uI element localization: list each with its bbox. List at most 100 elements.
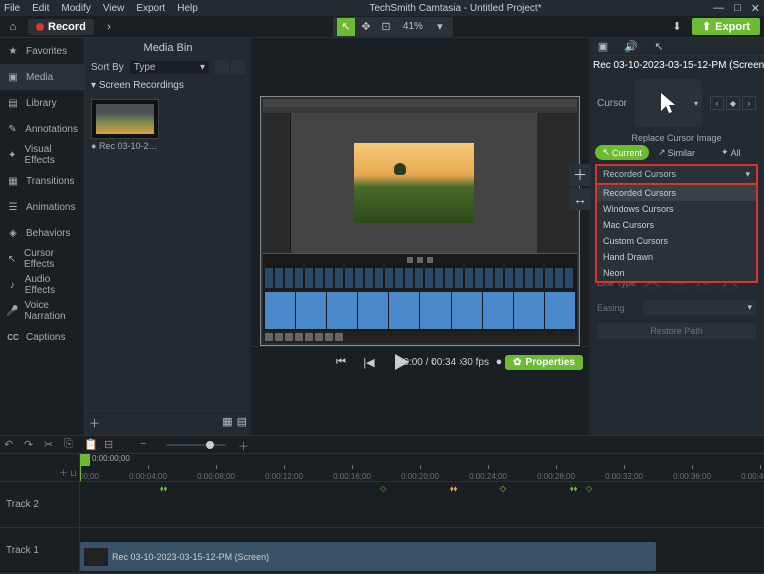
cut-button[interactable]: ✂ bbox=[44, 438, 58, 452]
cursor-category-select[interactable]: Recorded Cursors▾ bbox=[595, 164, 758, 185]
zoom-dropdown-icon[interactable]: ▾ bbox=[431, 18, 449, 36]
zoom-out-icon[interactable]: − bbox=[140, 438, 154, 452]
dropdown-option[interactable]: Custom Cursors bbox=[597, 233, 756, 249]
cursor-tab-current[interactable]: ↖Current bbox=[595, 145, 649, 160]
track-2-row[interactable]: ⬧⬧ ◇ ⬧⬧ ◇ ⬧⬧ ◇ bbox=[80, 482, 764, 528]
select-tool-icon[interactable]: ↖ bbox=[337, 18, 355, 36]
sort-select[interactable]: Type▾ bbox=[130, 61, 209, 74]
timeline-clip[interactable]: Rec 03-10-2023-03-15-12-PM (Screen) bbox=[80, 542, 656, 571]
add-cursor-button[interactable]: ＋ bbox=[569, 164, 591, 186]
sidebar-item-library[interactable]: ▤Library bbox=[0, 90, 84, 116]
zoom-level[interactable]: 41% bbox=[397, 20, 429, 33]
menu-view[interactable]: View bbox=[103, 3, 125, 14]
cursor-preview-dropdown-icon[interactable]: ▾ bbox=[694, 99, 698, 108]
canvas-preview[interactable] bbox=[260, 96, 580, 346]
sidebar-item-transitions[interactable]: ▦Transitions bbox=[0, 168, 84, 194]
effects-icon: ✦ bbox=[6, 150, 18, 161]
paste-button[interactable]: 📋 bbox=[84, 438, 98, 452]
prev-frame-button[interactable]: ⏮ bbox=[332, 353, 350, 371]
export-button[interactable]: ⬆ Export bbox=[692, 18, 760, 35]
sidebar-item-visual-effects[interactable]: ✦Visual Effects bbox=[0, 142, 84, 168]
minimize-icon[interactable]: — bbox=[713, 2, 724, 15]
cursor-tab-all[interactable]: ✦All bbox=[704, 145, 758, 160]
marker-icon[interactable]: ⬧⬧ bbox=[450, 484, 457, 494]
cursor-prev-button[interactable]: ‹ bbox=[710, 96, 724, 110]
sidebar-item-voice-narration[interactable]: 🎤Voice Narration bbox=[0, 298, 84, 324]
sidebar-item-annotations[interactable]: ✎Annotations bbox=[0, 116, 84, 142]
dropdown-option[interactable]: Neon bbox=[597, 265, 756, 281]
marker-icon[interactable]: ◇ bbox=[500, 484, 506, 493]
resize-vertical-icon[interactable]: ↕ bbox=[760, 180, 764, 200]
sidebar-item-favorites[interactable]: ★Favorites bbox=[0, 38, 84, 64]
bin-section-header[interactable]: ▾ Screen Recordings bbox=[85, 76, 251, 95]
maximize-icon[interactable]: □ bbox=[734, 2, 741, 15]
audio-icon: ♪ bbox=[6, 280, 19, 291]
marker-icon[interactable]: ⬧⬧ bbox=[570, 484, 577, 494]
easing-select[interactable]: ▾ bbox=[643, 300, 756, 315]
add-media-button[interactable]: ＋ bbox=[89, 415, 100, 431]
props-clip-title: Rec 03-10-2023-03-15-12-PM (Screen) bbox=[589, 56, 764, 75]
cursor-category-dropdown: Recorded Cursors Windows Cursors Mac Cur… bbox=[595, 185, 758, 283]
cursor-next-button[interactable]: › bbox=[742, 96, 756, 110]
marker-icon[interactable]: ◇ bbox=[586, 484, 592, 493]
easing-label: Easing bbox=[597, 303, 637, 313]
view-list-icon[interactable] bbox=[215, 60, 229, 74]
zoom-in-icon[interactable]: ＋ bbox=[238, 438, 252, 452]
timeline-ruler[interactable]: 0:00:00;00 0:00:00;000:00:04;000:00:08;0… bbox=[80, 454, 764, 482]
menu-export[interactable]: Export bbox=[136, 3, 165, 14]
step-back-button[interactable]: |◀ bbox=[360, 353, 378, 371]
pan-tool-icon[interactable]: ✥ bbox=[357, 18, 375, 36]
close-icon[interactable]: ✕ bbox=[751, 2, 760, 15]
split-button[interactable]: ⊟ bbox=[104, 438, 118, 452]
swap-cursor-button[interactable]: ↔ bbox=[569, 188, 591, 210]
props-tab-video[interactable]: ▣ bbox=[589, 38, 617, 55]
canvas-area[interactable]: ⏮ |◀ ‹ › ● 00:00 / 00:34 30 fps ✿ Proper… bbox=[251, 38, 589, 435]
view-grid-icon[interactable] bbox=[231, 60, 245, 74]
home-icon[interactable]: ⌂ bbox=[4, 18, 22, 36]
record-dropdown-icon[interactable]: › bbox=[100, 18, 118, 36]
marker-icon[interactable]: ◇ bbox=[380, 484, 386, 493]
cursor-index-button[interactable]: ◆ bbox=[726, 96, 740, 110]
add-track-button[interactable]: ＋ bbox=[59, 466, 68, 479]
sidebar-item-animations[interactable]: ☰Animations bbox=[0, 194, 84, 220]
track-1-header[interactable]: Track 1 bbox=[0, 528, 79, 574]
menu-file[interactable]: File bbox=[4, 3, 20, 14]
dropdown-option[interactable]: Hand Drawn bbox=[597, 249, 756, 265]
properties-button[interactable]: ✿ Properties bbox=[505, 355, 583, 370]
annotation-icon: ✎ bbox=[6, 124, 19, 135]
props-tab-cursor[interactable]: ↖ bbox=[645, 38, 673, 55]
sidebar-item-cursor-effects[interactable]: ↖Cursor Effects bbox=[0, 246, 84, 272]
cursor-tab-similar[interactable]: ↗Similar bbox=[649, 145, 703, 160]
playback-fps[interactable]: 30 fps bbox=[462, 357, 489, 368]
undo-button[interactable]: ↶ bbox=[4, 438, 18, 452]
menu-edit[interactable]: Edit bbox=[32, 3, 49, 14]
restore-path-button[interactable]: Restore Path bbox=[597, 323, 756, 339]
bin-view1-icon[interactable]: ▦ bbox=[222, 415, 232, 431]
sidebar-item-behaviors[interactable]: ◈Behaviors bbox=[0, 220, 84, 246]
marker-icon[interactable]: ⬧⬧ bbox=[160, 484, 167, 494]
track-1-row[interactable]: Rec 03-10-2023-03-15-12-PM (Screen) bbox=[80, 528, 764, 574]
star-icon: ★ bbox=[6, 46, 20, 57]
bin-view2-icon[interactable]: ▤ bbox=[237, 415, 247, 431]
menu-modify[interactable]: Modify bbox=[61, 3, 90, 14]
playhead[interactable]: 0:00:00;00 bbox=[80, 454, 130, 466]
sidebar-item-media[interactable]: ▣Media bbox=[0, 64, 84, 90]
timeline-zoom-slider[interactable] bbox=[166, 444, 226, 446]
cursor-preview[interactable]: ▾ bbox=[635, 79, 702, 127]
crop-tool-icon[interactable]: ⊡ bbox=[377, 18, 395, 36]
download-icon[interactable]: ⬇ bbox=[668, 18, 686, 36]
mic-icon: 🎤 bbox=[6, 306, 18, 317]
props-tab-audio[interactable]: 🔊 bbox=[617, 38, 645, 55]
dropdown-option[interactable]: Mac Cursors bbox=[597, 217, 756, 233]
magnet-icon[interactable]: ⊔ bbox=[70, 468, 77, 479]
track-2-header[interactable]: Track 2 bbox=[0, 482, 79, 528]
dropdown-option[interactable]: Recorded Cursors bbox=[597, 185, 756, 201]
redo-button[interactable]: ↷ bbox=[24, 438, 38, 452]
dropdown-option[interactable]: Windows Cursors bbox=[597, 201, 756, 217]
sidebar-item-audio-effects[interactable]: ♪Audio Effects bbox=[0, 272, 84, 298]
media-clip-thumbnail[interactable]: ● Rec 03-10-2023-0... bbox=[91, 99, 159, 151]
copy-button[interactable]: ⎘ bbox=[64, 438, 78, 452]
sidebar-item-captions[interactable]: CCCaptions bbox=[0, 324, 84, 350]
menu-help[interactable]: Help bbox=[177, 3, 198, 14]
record-button[interactable]: Record bbox=[28, 19, 94, 35]
